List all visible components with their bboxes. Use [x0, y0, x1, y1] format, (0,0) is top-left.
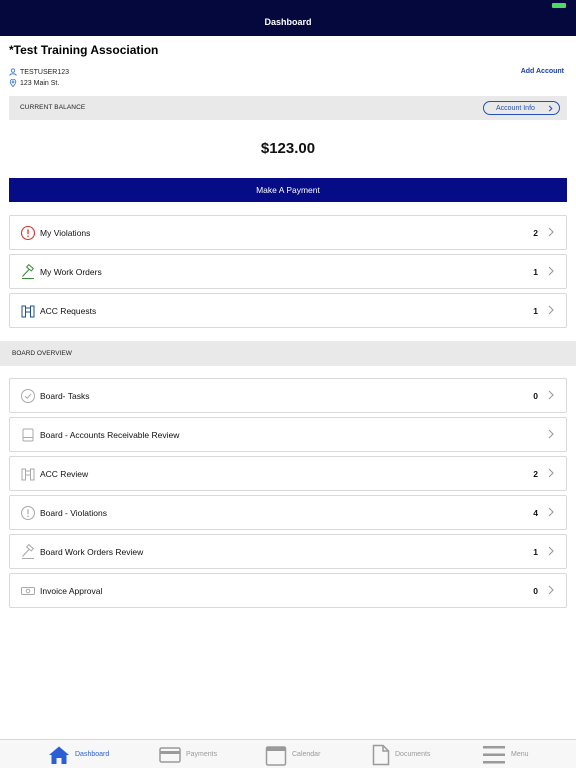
username: TESTUSER123: [20, 68, 70, 76]
current-balance-label: CURRENT BALANCE: [20, 104, 86, 111]
list-item-board-violations[interactable]: Board - Violations 4: [9, 495, 567, 530]
list-item-label: ACC Requests: [40, 306, 97, 316]
chevron-right-icon: [548, 546, 554, 556]
count-badge: 1: [533, 267, 538, 277]
balance-bar: CURRENT BALANCE Account Info: [9, 96, 567, 120]
tab-payments[interactable]: Payments: [159, 740, 217, 768]
tab-label: Documents: [395, 751, 431, 758]
list-item-board-tasks[interactable]: Board- Tasks 0: [9, 378, 567, 413]
association-name: *Test Training Association: [9, 43, 159, 57]
count-badge: 1: [533, 547, 538, 557]
chevron-right-icon: [548, 390, 554, 400]
list-item-acc-review[interactable]: ACC Review 2: [9, 456, 567, 491]
count-badge: 4: [533, 508, 538, 518]
tab-label: Payments: [186, 751, 218, 758]
alert-circle-icon: [20, 225, 36, 241]
list-item-label: Board Work Orders Review: [40, 547, 144, 557]
chevron-right-icon: [548, 468, 554, 478]
count-badge: 1: [533, 306, 538, 316]
list-item-label: Board - Accounts Receivable Review: [40, 430, 180, 440]
home-icon: [49, 746, 69, 764]
chevron-right-icon: [548, 266, 554, 276]
location-pin-icon: [9, 79, 17, 87]
list-item-board-accounts-receivable[interactable]: Board - Accounts Receivable Review: [9, 417, 567, 452]
check-circle-icon: [21, 389, 35, 403]
username-row: TESTUSER123: [9, 68, 69, 76]
list-item-my-violations[interactable]: My Violations 2: [9, 215, 567, 250]
chevron-right-icon: [548, 429, 554, 439]
list-item-board-work-orders-review[interactable]: Board Work Orders Review 1: [9, 534, 567, 569]
chevron-right-icon: [548, 507, 554, 517]
hammer-icon: [22, 264, 35, 279]
tab-calendar[interactable]: Calendar: [265, 740, 320, 768]
list-item-label: Board- Tasks: [40, 391, 90, 401]
tab-label: Calendar: [292, 751, 321, 758]
list-item-acc-requests[interactable]: ACC Requests 1: [9, 293, 567, 328]
app-header: Dashboard: [0, 0, 576, 36]
hammer-icon: [22, 544, 35, 559]
count-badge: 0: [533, 391, 538, 401]
tab-menu[interactable]: Menu: [482, 740, 529, 768]
calendar-icon: [265, 745, 287, 766]
chevron-right-icon: [548, 105, 553, 112]
list-item-invoice-approval[interactable]: Invoice Approval 0: [9, 573, 567, 608]
address-row: 123 Main St.: [9, 79, 59, 87]
account-info-button[interactable]: Account Info: [483, 101, 560, 115]
list-item-label: My Work Orders: [40, 267, 102, 277]
make-payment-button[interactable]: Make A Payment: [9, 178, 567, 202]
list-item-label: Board - Violations: [40, 508, 107, 518]
chevron-right-icon: [548, 585, 554, 595]
add-account-link[interactable]: Add Account: [521, 68, 564, 75]
chevron-right-icon: [548, 227, 554, 237]
tab-label: Dashboard: [75, 751, 110, 758]
status-bar: [0, 0, 576, 10]
user-icon: [9, 68, 17, 76]
tab-label: Menu: [511, 751, 529, 758]
building-icon: [21, 468, 35, 481]
list-item-label: ACC Review: [40, 469, 89, 479]
bottom-tab-bar: Dashboard Payments Calendar Documents Me…: [0, 739, 576, 768]
alert-circle-icon: [21, 506, 35, 520]
section-label: BOARD OVERVIEW: [12, 350, 72, 357]
battery-icon: [552, 3, 566, 8]
ledger-icon: [22, 428, 34, 442]
building-icon: [21, 305, 35, 318]
cash-icon: [21, 587, 35, 595]
count-badge: 2: [533, 228, 538, 238]
balance-amount: $123.00: [260, 140, 316, 157]
list-item-label: My Violations: [40, 228, 91, 238]
list-item-my-work-orders[interactable]: My Work Orders 1: [9, 254, 567, 289]
credit-card-icon: [159, 746, 181, 763]
list-item-label: Invoice Approval: [40, 586, 103, 596]
address: 123 Main St.: [20, 79, 60, 87]
count-badge: 0: [533, 586, 538, 596]
count-badge: 2: [533, 469, 538, 479]
board-overview-header: BOARD OVERVIEW: [0, 341, 576, 366]
account-info-label: Account Info: [496, 104, 535, 112]
page-title: Dashboard: [264, 17, 312, 27]
menu-icon: [483, 745, 505, 763]
tab-documents[interactable]: Documents: [372, 740, 430, 768]
tab-dashboard[interactable]: Dashboard: [48, 740, 109, 768]
chevron-right-icon: [548, 305, 554, 315]
document-icon: [372, 744, 390, 765]
